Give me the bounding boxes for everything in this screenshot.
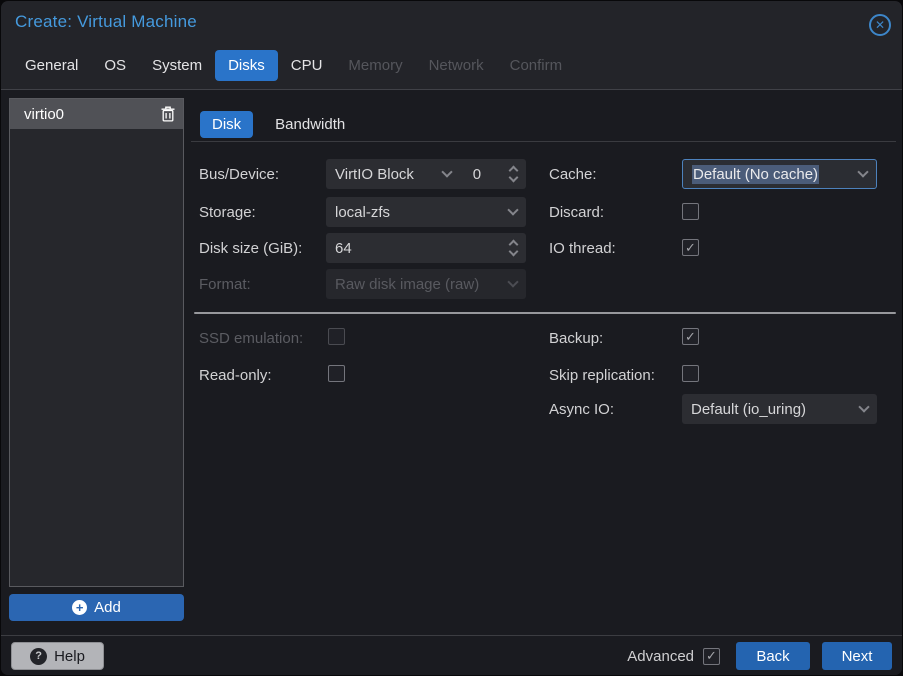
storage-combo[interactable]: local-zfs [326, 197, 526, 227]
back-button[interactable]: Back [736, 642, 810, 670]
ssd-emulation-label: SSD emulation: [199, 330, 303, 347]
format-value: Raw disk image (raw) [335, 276, 479, 293]
chevron-down-icon[interactable] [857, 166, 868, 177]
io-thread-label: IO thread: [549, 240, 616, 257]
trash-icon[interactable] [161, 106, 175, 122]
tab-disks[interactable]: Disks [215, 50, 278, 81]
chevron-down-icon[interactable] [858, 401, 869, 412]
tab-network: Network [416, 50, 497, 81]
chevron-down-icon[interactable] [441, 166, 452, 177]
add-disk-button[interactable]: + Add [9, 594, 184, 621]
list-item-virtio0[interactable]: virtio0 [10, 99, 183, 129]
backup-label: Backup: [549, 330, 603, 347]
next-button[interactable]: Next [822, 642, 892, 670]
check-icon: ✓ [685, 240, 696, 256]
disk-form: Bus/Device: VirtIO Block 0 Cache: Defaul… [199, 90, 899, 630]
create-vm-dialog: Create: Virtual Machine ✕ General OS Sys… [1, 1, 902, 675]
tab-confirm: Confirm [497, 50, 576, 81]
read-only-label: Read-only: [199, 367, 272, 384]
advanced-checkbox[interactable]: ✓ [703, 648, 720, 665]
cache-label: Cache: [549, 166, 597, 183]
async-io-value: Default (io_uring) [691, 401, 806, 418]
disk-size-value: 64 [335, 240, 352, 257]
help-button-label: Help [54, 648, 85, 665]
discard-label: Discard: [549, 204, 604, 221]
dialog-title: Create: Virtual Machine [15, 12, 197, 32]
tab-cpu[interactable]: CPU [278, 50, 336, 81]
footer-separator [1, 635, 902, 636]
check-icon: ✓ [685, 329, 696, 345]
tab-memory: Memory [335, 50, 415, 81]
discard-checkbox[interactable] [682, 203, 699, 220]
footer-actions: Advanced ✓ Back Next [627, 642, 892, 670]
close-icon[interactable]: ✕ [869, 14, 891, 36]
add-button-label: Add [94, 599, 121, 616]
tab-system[interactable]: System [139, 50, 215, 81]
async-io-combo[interactable]: Default (io_uring) [682, 394, 877, 424]
tab-os[interactable]: OS [91, 50, 139, 81]
bus-device-combo[interactable]: VirtIO Block 0 [326, 159, 526, 189]
disk-size-spinner[interactable]: 64 [326, 233, 526, 263]
spinner-icon[interactable] [510, 241, 517, 255]
skip-replication-checkbox[interactable] [682, 365, 699, 382]
format-label: Format: [199, 276, 251, 293]
disk-size-label: Disk size (GiB): [199, 240, 302, 257]
backup-checkbox[interactable]: ✓ [682, 328, 699, 345]
storage-label: Storage: [199, 204, 256, 221]
tab-general[interactable]: General [12, 50, 91, 81]
async-io-label: Async IO: [549, 401, 614, 418]
bus-device-label: Bus/Device: [199, 166, 279, 183]
plus-icon: + [72, 600, 87, 615]
cache-combo[interactable]: Default (No cache) [682, 159, 877, 189]
bus-device-number[interactable]: 0 [473, 166, 481, 183]
storage-value: local-zfs [335, 204, 390, 221]
skip-replication-label: Skip replication: [549, 367, 655, 384]
cache-value: Default (No cache) [692, 165, 819, 184]
disk-item-label: virtio0 [24, 106, 161, 123]
read-only-checkbox[interactable] [328, 365, 345, 382]
bus-device-value: VirtIO Block [335, 166, 414, 183]
chevron-down-icon[interactable] [507, 204, 518, 215]
advanced-separator [194, 312, 896, 314]
check-icon: ✓ [706, 648, 717, 664]
ssd-emulation-checkbox [328, 328, 345, 345]
disk-list-panel: virtio0 [9, 98, 184, 587]
help-icon: ? [30, 648, 47, 665]
format-combo: Raw disk image (raw) [326, 269, 526, 299]
chevron-down-icon [507, 276, 518, 287]
io-thread-checkbox[interactable]: ✓ [682, 239, 699, 256]
help-button[interactable]: ? Help [11, 642, 104, 670]
wizard-tabs: General OS System Disks CPU Memory Netwo… [12, 50, 575, 81]
content-area: virtio0 + Add Disk Bandwidth [1, 89, 902, 675]
spinner-icon[interactable] [510, 167, 517, 181]
advanced-label: Advanced [627, 648, 694, 665]
